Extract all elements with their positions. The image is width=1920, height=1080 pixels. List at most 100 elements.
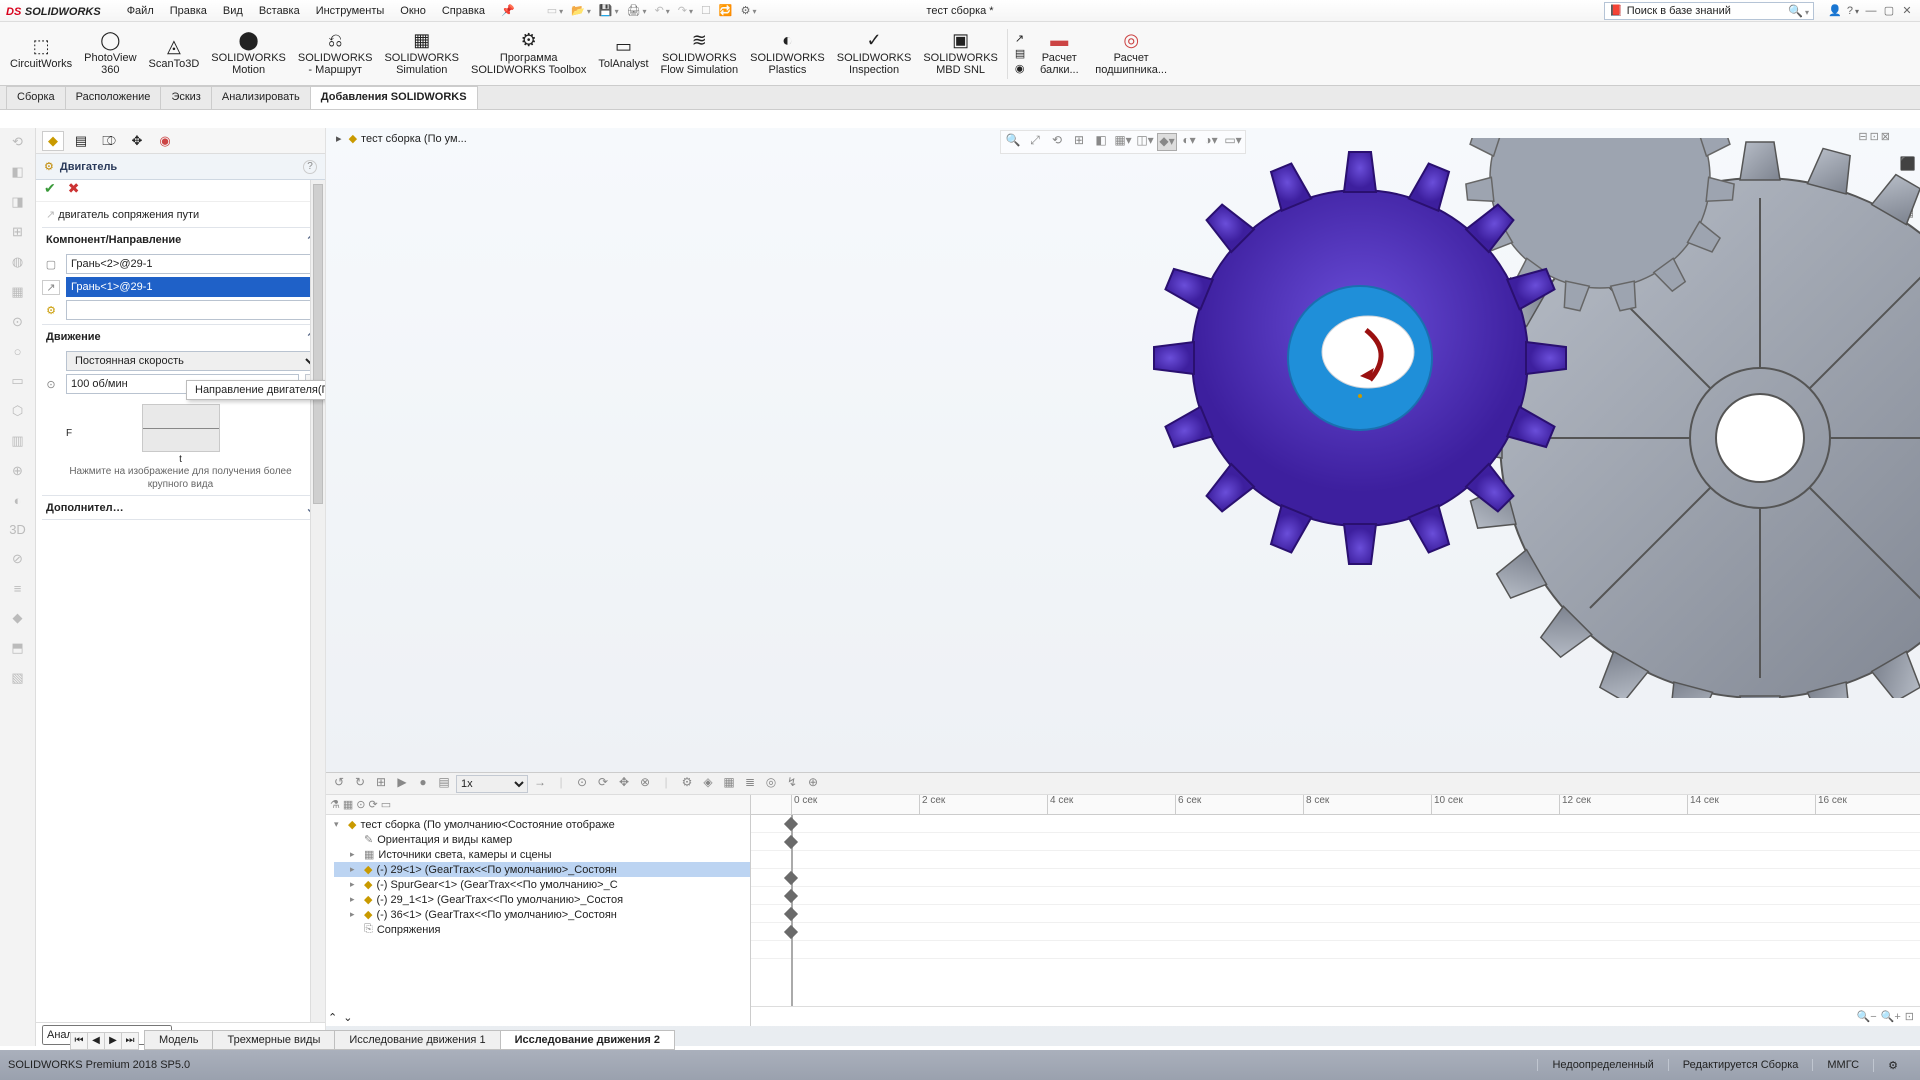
rail-icon[interactable]: ◆ <box>13 610 23 626</box>
rail-icon[interactable]: ⊕ <box>12 463 23 479</box>
tl-icon[interactable]: ▤ <box>435 775 453 793</box>
timeline-tree-item[interactable]: ✎Ориентация и виды камер <box>334 832 750 847</box>
panel-tab-icon[interactable]: ⎄ <box>98 131 120 151</box>
addin-photoview[interactable]: ◯PhotoView 360 <box>78 29 142 79</box>
tab-addins[interactable]: Добавления SOLIDWORKS <box>310 86 478 109</box>
group-component[interactable]: Компонент/Направление⌃ <box>42 227 319 251</box>
tl-icon[interactable]: ⊗ <box>636 775 654 793</box>
tl-icon[interactable]: ≣ <box>741 775 759 793</box>
menu-file[interactable]: Файл <box>119 5 162 17</box>
breadcrumb[interactable]: ▸ ◆тест сборка (По ум... <box>336 132 467 145</box>
motor-mate-option[interactable]: ↗ двигатель сопряжения пути <box>42 206 319 223</box>
bearing-calc-button[interactable]: ◎Расчет подшипника... <box>1089 29 1173 79</box>
motion-type-select[interactable]: Постоянная скорость <box>66 351 319 371</box>
playback-speed[interactable]: 1x <box>456 775 528 793</box>
timeline-ruler[interactable]: 0 сек2 сек4 сек6 сек8 сек10 сек12 сек14 … <box>751 795 1920 815</box>
rail-icon[interactable]: ◐ <box>14 493 22 508</box>
relative-component-input[interactable] <box>66 300 319 320</box>
ok-icon[interactable]: ✔ <box>44 180 56 201</box>
menu-insert[interactable]: Вставка <box>251 5 308 17</box>
panel-scrollbar[interactable] <box>310 180 325 1022</box>
restore-icon[interactable]: ▢ <box>1882 4 1896 17</box>
timeline-tree-item[interactable]: ▸◆(-) 29<1> (GearTrax<<По умолчанию>_Сос… <box>334 862 750 877</box>
tl-icon[interactable]: ↻ <box>351 775 369 793</box>
addin-flow[interactable]: ≋SOLIDWORKS Flow Simulation <box>655 29 745 79</box>
tab-layout[interactable]: Расположение <box>65 86 162 109</box>
menu-window[interactable]: Окно <box>392 5 434 17</box>
tl-icon[interactable]: ● <box>414 775 432 793</box>
close-icon[interactable]: ✕ <box>1900 4 1914 17</box>
menu-tools[interactable]: Инструменты <box>308 5 393 17</box>
tree-icon[interactable]: ▦ <box>343 798 353 811</box>
vcr-last-icon[interactable]: ⏭ <box>121 1032 139 1050</box>
qat-open-icon[interactable]: 📂▾ <box>567 4 595 17</box>
status-units[interactable]: ММГС <box>1812 1059 1873 1071</box>
btab-motion2[interactable]: Исследование движения 2 <box>500 1030 675 1050</box>
addin-plastics[interactable]: ◐SOLIDWORKS Plastics <box>744 29 831 79</box>
tl-icon[interactable]: ↯ <box>783 775 801 793</box>
rail-icon[interactable]: 3D <box>9 522 26 537</box>
addin-inspection[interactable]: ✓SOLIDWORKS Inspection <box>831 29 918 79</box>
rail-icon[interactable]: ⟲ <box>12 134 23 150</box>
timeline-rows[interactable] <box>751 815 1920 1006</box>
addin-simulation[interactable]: ▦SOLIDWORKS Simulation <box>378 29 465 79</box>
qat-undo-icon[interactable]: ↶▾ <box>651 4 674 17</box>
qat-select-icon[interactable]: ☐ <box>697 4 715 17</box>
tl-icon[interactable]: ⊞ <box>372 775 390 793</box>
vcr-next-icon[interactable]: ▶ <box>104 1032 122 1050</box>
feature-tree-icon[interactable]: ◆ <box>42 131 64 151</box>
tl-icon[interactable]: ◎ <box>762 775 780 793</box>
panel-tab-icon[interactable]: ✥ <box>126 131 148 151</box>
search-icon[interactable]: 🔍▾ <box>1788 4 1809 18</box>
status-gear-icon[interactable]: ⚙ <box>1873 1059 1912 1072</box>
menu-view[interactable]: Вид <box>215 5 251 17</box>
btab-3dviews[interactable]: Трехмерные виды <box>212 1030 335 1050</box>
rail-icon[interactable]: ▥ <box>11 433 23 449</box>
panel-tab-icon[interactable]: ◉ <box>154 131 176 151</box>
qat-print-icon[interactable]: 🖨▾ <box>623 4 651 17</box>
timeline-tree-item[interactable]: ▸◆(-) 36<1> (GearTrax<<По умолчанию>_Сос… <box>334 907 750 922</box>
panel-tab-icon[interactable]: ▤ <box>70 131 92 151</box>
component-face-input[interactable] <box>66 254 319 274</box>
timeline-tree-item[interactable]: ▸◆(-) 29_1<1> (GearTrax<<По умолчанию>_С… <box>334 892 750 907</box>
addin-motion[interactable]: ⬤SOLIDWORKS Motion <box>205 29 292 79</box>
direction-icon[interactable]: ↗ <box>42 280 60 295</box>
vcr-first-icon[interactable]: ⏮ <box>70 1032 88 1050</box>
minimize-icon[interactable]: — <box>1864 5 1878 17</box>
motion-graph[interactable] <box>142 404 220 452</box>
qat-rebuild-icon[interactable]: 🔁 <box>715 4 737 17</box>
addin-mbd[interactable]: ▣SOLIDWORKS MBD SNL <box>917 29 1004 79</box>
user-icon[interactable]: 👤 <box>1828 4 1842 17</box>
group-motion[interactable]: Движение⌃ <box>42 324 319 348</box>
mini-icon[interactable]: ◉ <box>1015 62 1025 75</box>
rail-icon[interactable]: ◧ <box>11 164 23 180</box>
tl-icon[interactable]: ◈ <box>699 775 717 793</box>
btab-motion1[interactable]: Исследование движения 1 <box>334 1030 500 1050</box>
tl-icon[interactable]: ⚙ <box>678 775 696 793</box>
vcr-prev-icon[interactable]: ◀ <box>87 1032 105 1050</box>
group-additional[interactable]: Дополнительно⌄ <box>42 495 319 520</box>
tree-icon[interactable]: ⊙ <box>356 798 365 811</box>
zoom-fit-icon[interactable]: ⊡ <box>1905 1010 1914 1023</box>
btab-model[interactable]: Модель <box>144 1030 213 1050</box>
addin-tolanalyst[interactable]: ▭TolAnalyst <box>592 35 654 73</box>
rail-icon[interactable]: ⊞ <box>12 224 23 240</box>
addin-toolbox[interactable]: ⚙Программа SOLIDWORKS Toolbox <box>465 29 592 79</box>
cancel-icon[interactable]: ✖ <box>68 180 80 201</box>
tl-icon[interactable]: ⊙ <box>573 775 591 793</box>
qat-options-icon[interactable]: ⚙▾ <box>737 4 761 17</box>
rail-icon[interactable]: ▧ <box>11 670 23 686</box>
search-input[interactable]: 📕 Поиск в базе знаний 🔍▾ <box>1604 2 1814 20</box>
collapse-icon[interactable]: ⌃ <box>328 1011 337 1024</box>
menu-edit[interactable]: Правка <box>162 5 215 17</box>
menu-help[interactable]: Справка <box>434 5 493 17</box>
tab-evaluate[interactable]: Анализировать <box>211 86 311 109</box>
direction-face-input[interactable] <box>66 277 319 297</box>
menu-pin-icon[interactable]: 📌 <box>493 4 523 17</box>
tl-icon[interactable]: ▶ <box>393 775 411 793</box>
qat-save-icon[interactable]: 💾▾ <box>595 4 623 17</box>
timeline-tree-item[interactable]: ▸◆(-) SpurGear<1> (GearTrax<<По умолчани… <box>334 877 750 892</box>
qat-redo-icon[interactable]: ↷▾ <box>674 4 697 17</box>
qat-new-icon[interactable]: ▭▾ <box>543 4 567 17</box>
tab-sketch[interactable]: Эскиз <box>160 86 211 109</box>
